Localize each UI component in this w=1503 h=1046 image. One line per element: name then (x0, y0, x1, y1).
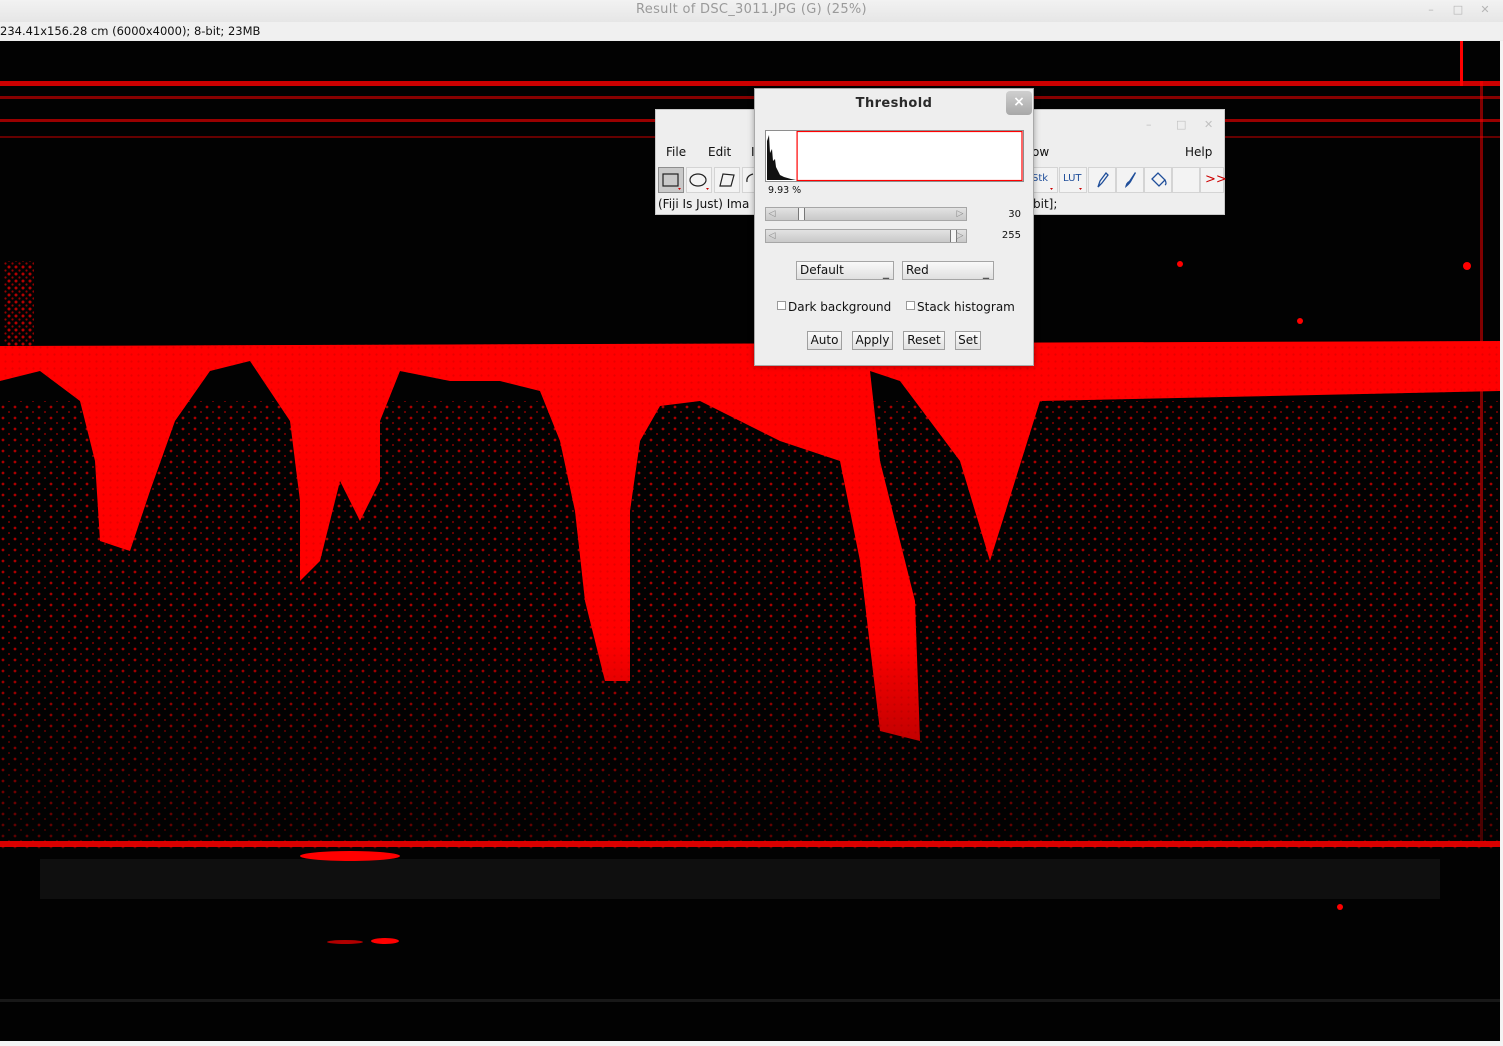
threshold-title: Threshold (855, 96, 933, 111)
threshold-range-marker (796, 130, 1023, 182)
lower-threshold-value: 30 (1008, 209, 1021, 220)
brush-tool[interactable] (1116, 167, 1144, 193)
method-select[interactable]: Default ▁ (796, 261, 894, 280)
polygon-icon (719, 173, 735, 187)
threshold-percent: 9.93 % (768, 185, 802, 196)
more-tools-icon: >> (1205, 172, 1227, 187)
fiji-status-right: bit]; (1033, 197, 1058, 211)
upper-threshold-slider[interactable]: ◁ ▷ (765, 229, 967, 243)
lut-dropdown-icon (1079, 188, 1082, 190)
stk-dropdown-icon (1050, 188, 1053, 190)
menu-edit[interactable]: Edit (708, 145, 731, 159)
display-select-value: Red (906, 263, 929, 277)
brush-icon (1125, 172, 1136, 188)
image-window-titlebar[interactable]: Result of DSC_3011.JPG (G) (25%) – □ ✕ (0, 0, 1503, 22)
menu-window[interactable]: ow (1032, 145, 1049, 159)
upper-threshold-value: 255 (1001, 230, 1021, 241)
histogram-graph (767, 130, 1023, 182)
set-button[interactable]: Set (955, 331, 981, 350)
slider-right-arrow-icon[interactable]: ▷ (955, 231, 965, 241)
auto-button[interactable]: Auto (807, 331, 842, 350)
slider-left-arrow-icon[interactable]: ◁ (767, 231, 777, 241)
stk-tool[interactable]: Stk (1030, 167, 1058, 193)
freehand-tool[interactable] (742, 167, 754, 193)
close-icon[interactable]: ✕ (1477, 3, 1493, 17)
image-info-bar: 234.41x156.28 cm (6000x4000); 8-bit; 23M… (0, 22, 1503, 40)
fiji-minimize-icon[interactable]: – (1146, 118, 1152, 131)
method-select-value: Default (800, 263, 844, 277)
checkbox-box[interactable] (906, 301, 915, 310)
dark-background-checkbox[interactable]: Dark background (777, 300, 891, 314)
slider-right-arrow-icon[interactable]: ▷ (955, 209, 965, 219)
threshold-histogram (765, 130, 1024, 182)
fiji-maximize-icon[interactable]: □ (1176, 118, 1186, 131)
more-tools-button[interactable]: >> (1200, 167, 1227, 193)
apply-button[interactable]: Apply (852, 331, 893, 350)
rectangle-icon (662, 173, 681, 190)
threshold-dialog[interactable]: Threshold × 9.93 % ◁ ▷ 30 ◁ ▷ 255 Defaul… (754, 88, 1034, 366)
maximize-icon[interactable]: □ (1450, 3, 1466, 17)
stack-histogram-checkbox[interactable]: Stack histogram (906, 300, 1015, 314)
dark-background-label: Dark background (788, 300, 892, 314)
reset-button[interactable]: Reset (903, 331, 945, 350)
chevron-down-icon: ▁ (982, 270, 989, 279)
chevron-down-icon: ▁ (882, 270, 889, 279)
pencil-icon (1097, 172, 1109, 188)
paint-bucket-icon (1151, 172, 1167, 187)
checkbox-box[interactable] (777, 301, 786, 310)
fiji-close-icon[interactable]: ✕ (1204, 118, 1213, 131)
blank-tool[interactable] (1172, 167, 1200, 193)
lower-slider-thumb[interactable] (798, 208, 806, 220)
lower-threshold-slider[interactable]: ◁ ▷ (765, 207, 967, 221)
minimize-icon[interactable]: – (1423, 3, 1439, 17)
pencil-tool[interactable] (1088, 167, 1116, 193)
window-title: Result of DSC_3011.JPG (G) (25%) (636, 2, 867, 17)
window-border-bottom (0, 1041, 1503, 1046)
lut-tool[interactable]: LUT (1059, 167, 1087, 193)
stack-histogram-label: Stack histogram (917, 300, 1015, 314)
oval-icon (689, 173, 709, 190)
oval-tool[interactable] (686, 167, 712, 193)
polygon-tool[interactable] (714, 167, 740, 193)
slider-left-arrow-icon[interactable]: ◁ (767, 209, 777, 219)
display-select[interactable]: Red ▁ (902, 261, 994, 280)
close-icon[interactable]: × (1006, 91, 1032, 115)
rectangle-tool[interactable] (658, 167, 684, 193)
menu-file[interactable]: File (666, 145, 686, 159)
menu-help[interactable]: Help (1185, 145, 1212, 159)
fiji-status-left: (Fiji Is Just) Ima (658, 197, 750, 211)
flood-fill-tool[interactable] (1144, 167, 1172, 193)
